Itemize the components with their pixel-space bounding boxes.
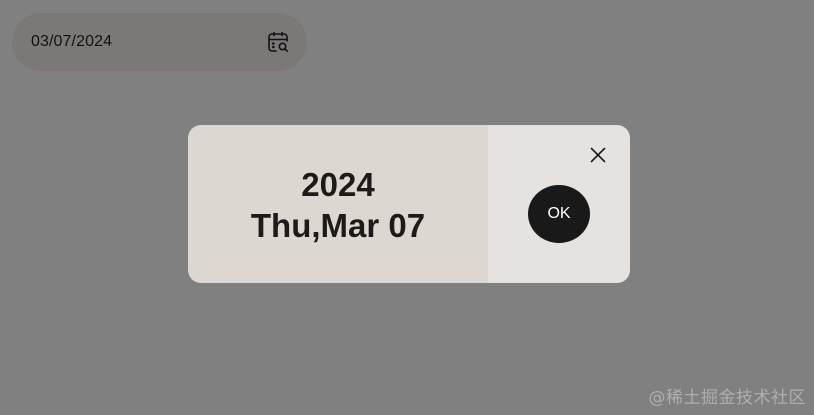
ok-button[interactable]: OK (528, 185, 590, 243)
close-icon (590, 147, 606, 163)
close-button[interactable] (588, 145, 608, 165)
date-input-value: 03/07/2024 (31, 33, 113, 50)
watermark: @稀土掘金技术社区 (648, 388, 806, 408)
selected-year: 2024 (301, 165, 375, 203)
selected-date: Thu,Mar 07 (250, 206, 426, 244)
selected-date-panel: 2024 Thu,Mar 07 (188, 125, 488, 283)
dialog-actions-panel: OK (488, 125, 630, 283)
date-input[interactable]: 03/07/2024 (12, 13, 307, 71)
calendar-search-icon[interactable] (265, 29, 291, 55)
date-picker-dialog: 2024 Thu,Mar 07 OK (188, 125, 630, 283)
